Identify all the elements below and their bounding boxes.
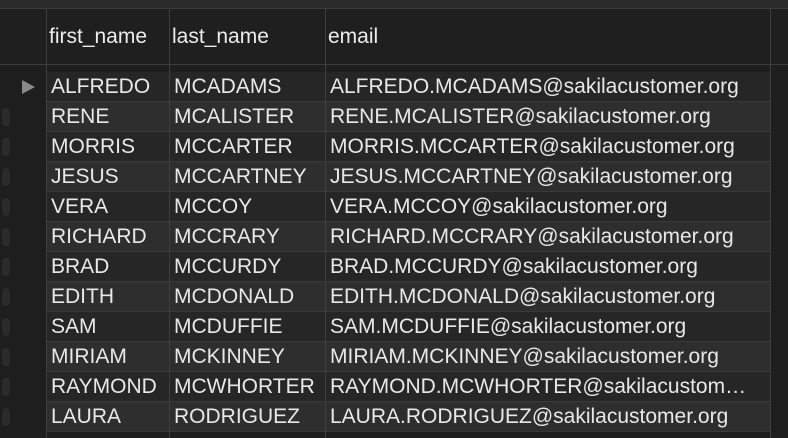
row-handle-icon (2, 348, 10, 366)
cell-first-name[interactable]: SAM (47, 312, 169, 342)
row-handle-icon (2, 258, 10, 276)
table-row[interactable]: EDITH MCDONALD EDITH.MCDONALD@sakilacustom… (0, 282, 788, 312)
row-gutter[interactable] (0, 192, 46, 222)
table-row[interactable]: MORRIS MCCARTER MORRIS.MCCARTER@sakilacust… (0, 132, 788, 162)
cell-first-name[interactable]: RICHARD (47, 222, 169, 252)
row-gutter[interactable] (0, 222, 46, 252)
row-gutter[interactable] (0, 282, 46, 312)
cell-last-name[interactable]: MCDUFFIE (170, 312, 325, 342)
cell-last-name[interactable]: MCCOY (170, 192, 325, 222)
table-row[interactable]: JESUS MCCARTNEY JESUS.MCCARTNEY@sakilacust… (0, 162, 788, 192)
cell-last-name[interactable]: MCCARTNEY (170, 162, 325, 192)
cell-email[interactable]: EDITH.MCDONALD@sakilacustomer.org (326, 282, 770, 312)
cell-first-name[interactable]: ALFREDO (47, 72, 169, 102)
table-row[interactable]: ALFREDO MCADAMS ALFREDO.MCADAMS@sakilacust… (0, 72, 788, 102)
cell-email[interactable]: BRAD.MCCURDY@sakilacustomer.org (326, 252, 770, 282)
table-row[interactable]: VERA MCCOY VERA.MCCOY@sakilacustomer.org (0, 192, 788, 222)
row-handle-icon (2, 378, 10, 396)
cell-last-name[interactable]: RODRIGUEZ (170, 402, 325, 432)
cell-last-name[interactable]: MCWHORTER (170, 372, 325, 402)
cell-last-name[interactable]: MCCRARY (170, 222, 325, 252)
row-handle-icon (2, 228, 10, 246)
row-handle-icon (2, 168, 10, 186)
cell-first-name[interactable]: LAURA (47, 402, 169, 432)
row-handle-icon (2, 108, 10, 126)
row-gutter[interactable] (0, 102, 46, 132)
cell-last-name[interactable]: MCCURDY (170, 252, 325, 282)
cell-first-name[interactable]: MIRIAM (47, 342, 169, 372)
cell-first-name[interactable]: BRAD (47, 252, 169, 282)
cell-last-name[interactable]: MCCARTER (170, 132, 325, 162)
cell-email[interactable]: RENE.MCALISTER@sakilacustomer.org (326, 102, 770, 132)
row-gutter[interactable] (0, 252, 46, 282)
cell-first-name[interactable]: EDITH (47, 282, 169, 312)
cell-last-name[interactable]: MCALISTER (170, 102, 325, 132)
table-row[interactable]: MIRIAM MCKINNEY MIRIAM.MCKINNEY@sakilacust… (0, 342, 788, 372)
row-handle-icon (2, 198, 10, 216)
cell-email[interactable]: ALFREDO.MCADAMS@sakilacustomer.org (326, 72, 770, 102)
table-row[interactable]: LAURA RODRIGUEZ LAURA.RODRIGUEZ@sakilacust… (0, 402, 788, 432)
row-gutter[interactable] (0, 162, 46, 192)
table-row[interactable]: RENE MCALISTER RENE.MCALISTER@sakilacustom… (0, 102, 788, 132)
row-handle-icon (2, 138, 10, 156)
cell-email[interactable]: JESUS.MCCARTNEY@sakilacustomer.org (326, 162, 770, 192)
table-row[interactable]: BRAD MCCURDY BRAD.MCCURDY@sakilacustomer.o… (0, 252, 788, 282)
row-gutter[interactable] (0, 342, 46, 372)
cell-first-name[interactable]: MORRIS (47, 132, 169, 162)
cell-first-name[interactable]: JESUS (47, 162, 169, 192)
row-gutter[interactable] (0, 372, 46, 402)
table-row[interactable]: RAYMOND MCWHORTER RAYMOND.MCWHORTER@sakila… (0, 372, 788, 402)
table-row[interactable]: RICHARD MCCRARY RICHARD.MCCRARY@sakilacust… (0, 222, 788, 252)
row-gutter[interactable] (0, 132, 46, 162)
row-gutter[interactable] (0, 312, 46, 342)
row-gutter[interactable] (0, 72, 46, 102)
column-header-last-name[interactable]: last_name (170, 9, 325, 64)
cell-first-name[interactable]: VERA (47, 192, 169, 222)
cell-first-name[interactable]: RENE (47, 102, 169, 132)
table-row[interactable]: SAM MCDUFFIE SAM.MCDUFFIE@sakilacustomer.o… (0, 312, 788, 342)
row-gutter[interactable] (0, 402, 46, 432)
cell-email[interactable]: RAYMOND.MCWHORTER@sakilacustom… (326, 372, 770, 402)
play-triangle-icon (22, 80, 35, 94)
cell-email[interactable]: MIRIAM.MCKINNEY@sakilacustomer.org (326, 342, 770, 372)
cell-email[interactable]: RICHARD.MCCRARY@sakilacustomer.org (326, 222, 770, 252)
cell-last-name[interactable]: MCDONALD (170, 282, 325, 312)
grid-body: ALFREDO MCADAMS ALFREDO.MCADAMS@sakilacust… (0, 72, 788, 432)
row-handle-icon (2, 288, 10, 306)
result-grid: first_name last_name email ALFREDO MCADAM… (0, 0, 788, 438)
cell-email[interactable]: LAURA.RODRIGUEZ@sakilacustomer.org (326, 402, 770, 432)
cell-email[interactable]: SAM.MCDUFFIE@sakilacustomer.org (326, 312, 770, 342)
cell-email[interactable]: VERA.MCCOY@sakilacustomer.org (326, 192, 770, 222)
cell-first-name[interactable]: RAYMOND (47, 372, 169, 402)
row-handle-icon (2, 318, 10, 336)
cell-last-name[interactable]: MCKINNEY (170, 342, 325, 372)
toolbar-edge (0, 0, 788, 9)
column-header-first-name[interactable]: first_name (47, 9, 169, 64)
grid-header: first_name last_name email (0, 9, 788, 65)
row-handle-icon (2, 408, 10, 426)
cell-email[interactable]: MORRIS.MCCARTER@sakilacustomer.org (326, 132, 770, 162)
cell-last-name[interactable]: MCADAMS (170, 72, 325, 102)
column-header-email[interactable]: email (326, 9, 770, 64)
